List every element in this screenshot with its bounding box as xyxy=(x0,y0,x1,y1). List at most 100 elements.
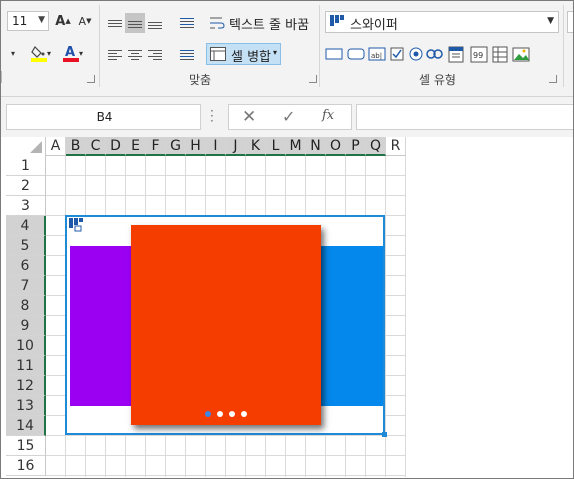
swiper-widget-icon xyxy=(69,218,83,232)
svg-text:ab|: ab| xyxy=(371,52,382,60)
orange-slide[interactable] xyxy=(131,225,321,425)
list-cell-icon xyxy=(492,46,508,63)
merge-cells-icon xyxy=(210,47,226,61)
ribbon-separator xyxy=(99,5,100,87)
rounded-button-icon xyxy=(347,48,365,60)
enter-icon[interactable]: ✓ xyxy=(282,107,295,126)
column-header[interactable]: Q xyxy=(366,137,386,156)
column-header[interactable]: E xyxy=(126,137,146,156)
column-header[interactable]: M xyxy=(286,137,306,156)
svg-text:99: 99 xyxy=(473,51,483,60)
row-header[interactable]: 4 xyxy=(6,216,46,236)
row-header[interactable]: 5 xyxy=(6,236,46,256)
insert-function-icon[interactable]: fx xyxy=(322,108,334,123)
pagination-dot[interactable] xyxy=(205,411,211,417)
merge-cells-button[interactable]: 셀 병합 ▾ xyxy=(206,43,281,65)
formula-input[interactable] xyxy=(356,104,573,130)
svg-text:A: A xyxy=(65,45,75,60)
font-color-dropdown-icon[interactable]: ▾ xyxy=(77,43,85,63)
row-header[interactable]: 13 xyxy=(6,396,46,416)
row-header[interactable]: 10 xyxy=(6,336,46,356)
cell-type-group-label: 셀 유형 xyxy=(419,73,456,87)
column-header[interactable]: I xyxy=(206,137,226,156)
chevron-down-icon: ▼ xyxy=(547,16,554,26)
cancel-icon[interactable]: ✕ xyxy=(242,107,256,127)
ribbon-separator xyxy=(319,5,320,87)
column-header[interactable]: G xyxy=(166,137,186,156)
orientation-icon[interactable] xyxy=(177,13,197,33)
row-header[interactable]: 3 xyxy=(6,196,46,216)
row-header[interactable]: 9 xyxy=(6,316,46,336)
ribbon-separator xyxy=(563,5,564,87)
row-header[interactable]: 12 xyxy=(6,376,46,396)
worksheet-grid[interactable]: ABCDEFGHIJKLMNOPQR 1 2 3 4 5 6 7 8 9 10 11 12 13 14 15… xyxy=(6,137,406,477)
button-cell-icon xyxy=(325,48,343,60)
alignment-dialog-launcher-icon[interactable] xyxy=(309,75,317,83)
align-bottom-icon[interactable] xyxy=(145,13,165,33)
row-header[interactable]: 11 xyxy=(6,356,46,376)
swiper-pagination xyxy=(205,411,255,419)
borders-dropdown-icon[interactable]: ▾ xyxy=(3,43,23,63)
checkbox-cell-icon xyxy=(390,47,404,61)
align-left-icon[interactable] xyxy=(105,45,125,65)
align-right-icon[interactable] xyxy=(145,45,165,65)
column-header[interactable]: C xyxy=(86,137,106,156)
column-header[interactable]: H xyxy=(186,137,206,156)
row-header[interactable]: 16 xyxy=(6,456,46,476)
resize-handle[interactable] xyxy=(382,432,387,437)
formula-bar-area: B4 · · · ✕ ✓ fx xyxy=(1,97,573,137)
name-box-value: B4 xyxy=(96,110,113,124)
font-size-combo[interactable]: 11 ▼ xyxy=(7,11,49,31)
name-box[interactable]: B4 xyxy=(6,104,201,130)
ribbon: 11 ▼ A ▲ A ▼ ▾ ▾ A ▾ 텍스트 줄 바꿈 셀 병합 ▾ 맞춤 … xyxy=(1,1,573,97)
column-header[interactable]: J xyxy=(226,137,246,156)
more-options-icon[interactable]: · · · xyxy=(210,105,214,127)
swiper-selection-frame[interactable] xyxy=(65,215,387,437)
swiper-style-icon xyxy=(330,15,344,26)
row-header[interactable]: 7 xyxy=(6,276,46,296)
row-header[interactable]: 1 xyxy=(6,156,46,176)
column-header[interactable]: O xyxy=(326,137,346,156)
column-header[interactable]: R xyxy=(386,137,406,156)
pagination-dot[interactable] xyxy=(229,411,235,417)
cell-type-icons: ab| 99 xyxy=(323,45,533,65)
cell-type-dialog-launcher-icon[interactable] xyxy=(549,75,557,83)
style-combo-value: 스와이퍼 xyxy=(350,18,398,33)
alignment-group-label: 맞춤 xyxy=(189,73,212,87)
align-top-icon[interactable] xyxy=(105,13,125,33)
column-header[interactable]: B xyxy=(66,137,86,156)
row-header[interactable]: 15 xyxy=(6,436,46,456)
style-combo[interactable]: 스와이퍼 ▼ xyxy=(325,11,559,33)
pagination-dot[interactable] xyxy=(241,411,247,417)
row-header[interactable]: 6 xyxy=(6,256,46,276)
align-middle-icon[interactable] xyxy=(125,13,145,33)
right-combo[interactable] xyxy=(567,11,573,33)
column-header[interactable]: A xyxy=(46,137,66,156)
font-size-value: 11 xyxy=(12,14,28,28)
column-header[interactable]: L xyxy=(266,137,286,156)
row-header[interactable]: 2 xyxy=(6,176,46,196)
font-dialog-launcher-icon[interactable] xyxy=(87,75,95,83)
pagination-dot[interactable] xyxy=(217,411,223,417)
row-header[interactable]: 14 xyxy=(6,416,46,436)
wrap-text-icon[interactable] xyxy=(207,13,227,33)
excel-window: 11 ▼ A ▲ A ▼ ▾ ▾ A ▾ 텍스트 줄 바꿈 셀 병합 ▾ 맞춤 … xyxy=(0,0,574,479)
column-header[interactable]: N xyxy=(306,137,326,156)
formula-buttons: ✕ ✓ fx xyxy=(228,104,352,130)
increase-font-icon[interactable]: A ▲ xyxy=(53,11,73,31)
fill-color-dropdown-icon[interactable]: ▾ xyxy=(45,43,53,63)
select-all-corner[interactable] xyxy=(6,137,46,157)
chevron-down-icon: ▾ xyxy=(272,48,277,57)
column-header[interactable]: D xyxy=(106,137,126,156)
column-header[interactable]: P xyxy=(346,137,366,156)
align-center-icon[interactable] xyxy=(125,45,145,65)
chevron-down-icon: ▼ xyxy=(38,15,45,25)
column-header[interactable]: F xyxy=(146,137,166,156)
font-group-label xyxy=(1,71,6,83)
decrease-font-icon[interactable]: A ▼ xyxy=(75,11,95,31)
indent-icon[interactable] xyxy=(177,45,197,65)
row-header[interactable]: 8 xyxy=(6,296,46,316)
wrap-text-button[interactable]: 텍스트 줄 바꿈 xyxy=(229,14,309,33)
column-header[interactable]: K xyxy=(246,137,266,156)
merge-cells-label: 셀 병합 xyxy=(231,50,272,65)
